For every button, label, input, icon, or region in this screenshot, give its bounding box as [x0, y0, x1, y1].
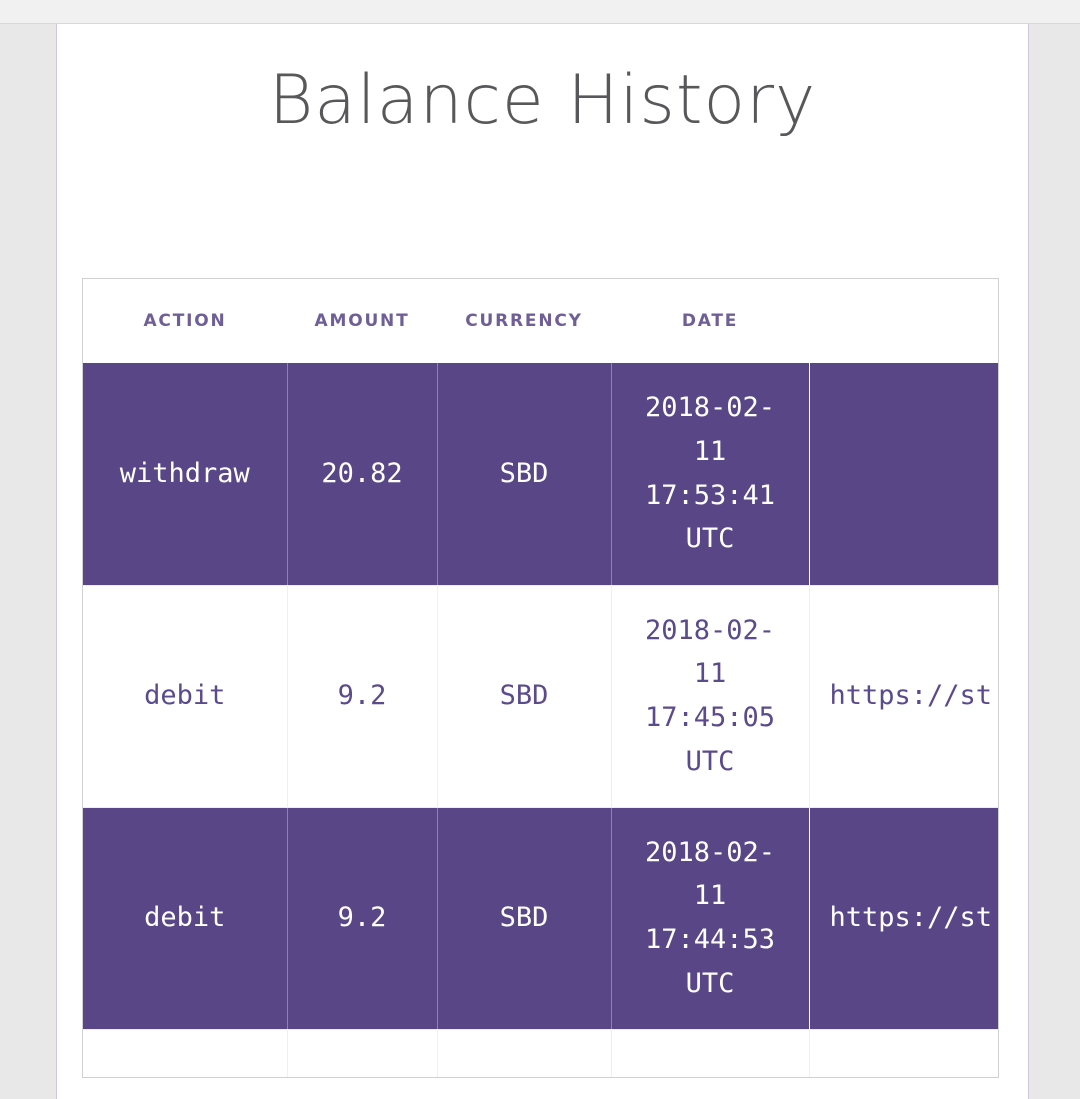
- date-line-1: 2018-02-: [644, 392, 776, 424]
- cell-action: debit: [83, 584, 287, 807]
- cell-date: 2018-02- 11 17:45:05 UTC: [610, 584, 809, 807]
- table-row[interactable]: debit 9.2 SBD 2018-02- 11 17:44:53 UTC h…: [83, 806, 998, 1029]
- cell-currency: SBD: [436, 806, 611, 1029]
- date-line-4: UTC: [685, 967, 735, 999]
- cell-amount: 9.2: [286, 584, 437, 807]
- column-header-action[interactable]: ACTION: [83, 279, 287, 363]
- column-header-memo[interactable]: [809, 279, 998, 363]
- date-value: 2018-02- 11 17:45:05 UTC: [618, 609, 803, 784]
- cell-currency: SBD: [436, 584, 611, 807]
- cell-action: [83, 1028, 287, 1077]
- column-header-amount[interactable]: AMOUNT: [287, 279, 437, 363]
- date-line-3: 17:44:53: [644, 924, 776, 955]
- cell-amount: 9.2: [286, 806, 437, 1029]
- date-line-1: 2018-02-: [644, 614, 776, 646]
- table-header-row: ACTION AMOUNT CURRENCY DATE: [83, 279, 998, 363]
- table-row[interactable]: 2018-02 refund: S: [83, 1028, 998, 1077]
- cell-memo[interactable]: [808, 363, 998, 585]
- date-line-1: 2018-02-: [644, 836, 776, 868]
- cell-amount: 20.82: [286, 363, 437, 585]
- table-body: withdraw 20.82 SBD 2018-02- 11 17:53:41 …: [83, 363, 998, 1077]
- table-row[interactable]: withdraw 20.82 SBD 2018-02- 11 17:53:41 …: [83, 363, 998, 585]
- content-card: Balance History ACTION AMOUNT CURRENCY D…: [56, 24, 1029, 1099]
- column-header-date[interactable]: DATE: [611, 279, 809, 363]
- browser-chrome-bar: [0, 0, 1080, 24]
- date-value: 2018-02- 11 17:53:41 UTC: [618, 386, 803, 561]
- balance-table-container: ACTION AMOUNT CURRENCY DATE withdraw 20.…: [82, 278, 999, 1078]
- cell-date: 2018-02- 11 17:44:53 UTC: [610, 806, 809, 1029]
- cell-memo[interactable]: refund: S: [808, 1028, 998, 1077]
- browser-viewport: Balance History ACTION AMOUNT CURRENCY D…: [0, 0, 1080, 1099]
- page-gutter-right: [1029, 24, 1080, 1099]
- page-title: Balance History: [268, 61, 817, 140]
- column-header-currency[interactable]: CURRENCY: [437, 279, 611, 363]
- cell-date: 2018-02- 11 17:53:41 UTC: [610, 363, 809, 585]
- cell-memo[interactable]: https://st: [808, 806, 998, 1029]
- table-row[interactable]: debit 9.2 SBD 2018-02- 11 17:45:05 UTC h…: [83, 584, 998, 807]
- date-line-2: 11: [693, 658, 727, 690]
- cell-currency: [436, 1028, 611, 1077]
- cell-memo[interactable]: https://st: [808, 584, 998, 807]
- cell-action: withdraw: [83, 363, 287, 585]
- cell-date: 2018-02: [610, 1028, 809, 1077]
- page-gutter-left: [0, 24, 56, 1099]
- date-line-3: 17:45:05: [644, 702, 776, 733]
- date-line-4: UTC: [685, 523, 735, 555]
- cell-currency: SBD: [436, 363, 611, 585]
- table-header: ACTION AMOUNT CURRENCY DATE: [83, 279, 998, 363]
- date-line-3: 17:53:41: [644, 479, 776, 511]
- date-line-2: 11: [693, 880, 727, 912]
- cell-amount: [286, 1028, 437, 1077]
- date-value: 2018-02- 11 17:44:53 UTC: [618, 831, 803, 1006]
- cell-action: debit: [83, 806, 287, 1029]
- balance-history-table: ACTION AMOUNT CURRENCY DATE withdraw 20.…: [83, 279, 998, 1077]
- date-line-4: UTC: [685, 745, 735, 777]
- date-line-2: 11: [693, 436, 727, 468]
